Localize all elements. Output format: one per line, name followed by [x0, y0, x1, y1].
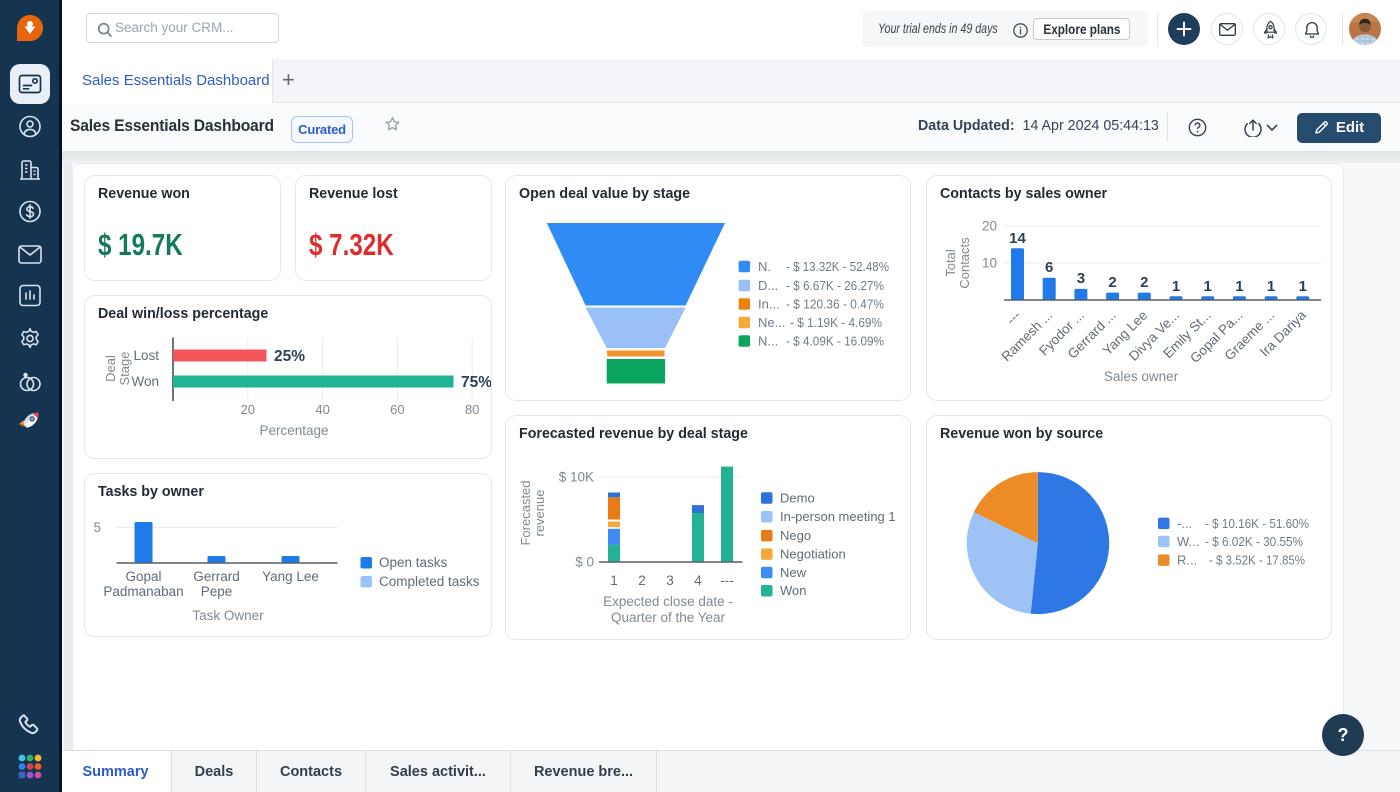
svg-text:Lost: Lost: [133, 348, 159, 363]
svg-text:Sales owner: Sales owner: [1104, 369, 1179, 384]
svg-text:---: ---: [720, 573, 734, 588]
svg-text:N.: N.: [758, 259, 771, 274]
svg-text:Demo: Demo: [780, 491, 815, 506]
svg-text:1: 1: [1267, 278, 1275, 295]
svg-text:6: 6: [1045, 259, 1053, 276]
svg-text:W...: W...: [1177, 534, 1199, 549]
svg-text:1: 1: [1235, 278, 1243, 295]
svg-text:40: 40: [315, 402, 329, 417]
svg-text:Contacts: Contacts: [957, 237, 972, 289]
svg-text:Percentage: Percentage: [259, 423, 328, 438]
svg-text:In...: In...: [758, 297, 780, 312]
svg-text:3: 3: [1077, 270, 1085, 287]
svg-text:1: 1: [1172, 278, 1180, 295]
svg-text:Padmanaban: Padmanaban: [103, 584, 183, 599]
svg-text:- $ 10.16K - 51.60%: - $ 10.16K - 51.60%: [1205, 516, 1309, 531]
svg-text:3: 3: [666, 573, 674, 588]
svg-text:revenue: revenue: [532, 490, 547, 537]
svg-text:20: 20: [240, 402, 254, 417]
svg-text:2: 2: [1140, 274, 1148, 291]
svg-text:25%: 25%: [274, 348, 305, 365]
svg-text:- $ 1.19K - 4.69%: - $ 1.19K - 4.69%: [790, 315, 882, 330]
svg-text:10: 10: [982, 256, 997, 271]
svg-text:- $ 13.32K - 52.48%: - $ 13.32K - 52.48%: [786, 259, 889, 274]
svg-text:Gerrard: Gerrard: [193, 569, 240, 584]
svg-text:1: 1: [1299, 278, 1307, 295]
svg-text:- $ 120.36 - 0.47%: - $ 120.36 - 0.47%: [786, 297, 884, 312]
svg-text:Forecasted: Forecasted: [518, 480, 533, 545]
svg-text:Completed tasks: Completed tasks: [379, 574, 480, 589]
svg-text:Open tasks: Open tasks: [379, 555, 448, 570]
svg-text:Negotiation: Negotiation: [780, 547, 846, 562]
svg-text:Task Owner: Task Owner: [192, 608, 264, 623]
svg-text:Nego: Nego: [780, 528, 811, 543]
svg-text:Total: Total: [943, 249, 958, 277]
svg-text:2: 2: [638, 573, 646, 588]
svg-text:80: 80: [464, 402, 478, 417]
svg-text:Won: Won: [780, 583, 807, 598]
svg-text:-...: -...: [1177, 516, 1192, 531]
svg-text:In-person meeting 1: In-person meeting 1: [780, 509, 896, 524]
svg-text:R...: R...: [1177, 553, 1197, 568]
svg-text:D...: D...: [758, 278, 778, 293]
svg-text:New: New: [780, 565, 807, 580]
svg-text:- $ 3.52K - 17.85%: - $ 3.52K - 17.85%: [1209, 553, 1305, 568]
svg-text:- $ 4.09K - 16.09%: - $ 4.09K - 16.09%: [786, 334, 884, 349]
svg-text:Ne...: Ne...: [758, 315, 785, 330]
svg-text:N...: N...: [758, 334, 778, 349]
svg-text:- $ 6.02K - 30.55%: - $ 6.02K - 30.55%: [1205, 534, 1303, 549]
svg-text:Gopal: Gopal: [125, 569, 161, 584]
svg-text:60: 60: [390, 402, 404, 417]
svg-text:Expected close date -: Expected close date -: [603, 594, 733, 609]
svg-text:Won: Won: [131, 374, 159, 389]
svg-text:$ 0: $ 0: [575, 555, 594, 570]
svg-text:5: 5: [93, 520, 101, 535]
svg-text:$ 10K: $ 10K: [559, 470, 594, 485]
svg-text:4: 4: [694, 573, 702, 588]
svg-text:Quarter of the Year: Quarter of the Year: [611, 610, 726, 625]
svg-text:14: 14: [1009, 230, 1026, 247]
svg-text:Stage: Stage: [117, 352, 132, 386]
svg-text:---: ---: [1003, 308, 1023, 328]
svg-text:1: 1: [610, 573, 618, 588]
svg-text:20: 20: [982, 219, 997, 234]
svg-text:Pepe: Pepe: [200, 584, 232, 599]
svg-text:- $ 6.67K - 26.27%: - $ 6.67K - 26.27%: [786, 278, 884, 293]
svg-text:Deal: Deal: [103, 355, 118, 382]
svg-text:1: 1: [1204, 278, 1212, 295]
svg-text:2: 2: [1108, 274, 1116, 291]
svg-text:Yang Lee: Yang Lee: [262, 569, 319, 584]
svg-text:75%: 75%: [461, 374, 492, 391]
